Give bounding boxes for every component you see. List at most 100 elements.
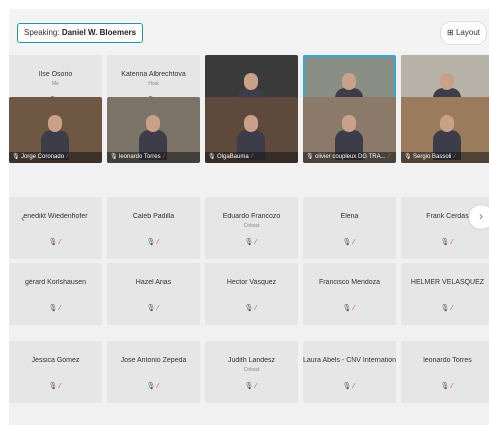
participant-status-icons: 🎙⁄ xyxy=(205,238,298,246)
participant-status-icons: 🎙⁄ xyxy=(107,238,200,246)
participant-status-icons: 🎙⁄ xyxy=(401,304,489,312)
muted-icon: ⁄ xyxy=(157,239,161,246)
participant-name: Francisco Mendoza xyxy=(318,279,381,286)
muted-icon: ⁄ xyxy=(255,305,259,312)
muted-icon: ⁄ xyxy=(255,383,259,390)
participant-role: Cohost xyxy=(243,223,260,229)
layout-button[interactable]: ⊞ Layout xyxy=(440,21,487,45)
muted-icon: ⁄ xyxy=(251,154,253,160)
participant-tile[interactable]: Elena 🎙⁄ xyxy=(303,197,396,259)
participant-tile[interactable]: 🎙 leonardo Torres ⁄ xyxy=(107,97,200,163)
participant-tile[interactable]: 🎙 OlgaBauma ⁄ xyxy=(205,97,298,163)
participant-status-icons: 🎙⁄ xyxy=(9,304,102,312)
participant-role: Me xyxy=(52,81,59,87)
participant-name-bar: 🎙 OlgaBauma ⁄ xyxy=(205,152,298,163)
participant-name: leonardo Torres xyxy=(423,357,472,364)
microphone-icon: 🎙 xyxy=(404,154,412,160)
microphone-icon: 🎙 xyxy=(110,154,118,160)
participant-status-icons: 🎙⁄ xyxy=(303,238,396,246)
participant-tile[interactable]: 🎙 olivier coupleux DG TRA... ⁄ xyxy=(303,97,396,163)
muted-icon: ⁄ xyxy=(157,305,161,312)
next-page-button[interactable]: › xyxy=(469,205,489,229)
participant-tile[interactable]: Francisco Mendoza 🎙⁄ xyxy=(303,263,396,325)
muted-icon: ⁄ xyxy=(454,154,456,160)
participant-tile[interactable]: 🎙 Sergio Bassoli ⁄ xyxy=(401,97,489,163)
microphone-icon: 🎙 xyxy=(146,305,158,312)
participant-tile[interactable]: Eduardo Francozo Cohost 🎙⁄ xyxy=(205,197,298,259)
participant-name: Ilse Osorio xyxy=(38,71,73,78)
participant-tile[interactable]: Judith Landesz Cohost 🎙⁄ xyxy=(205,341,298,403)
top-bar: Speaking: Daniel W. Bloemers ⊞ Layout xyxy=(9,9,489,51)
microphone-icon: 🎙 xyxy=(244,383,256,390)
participant-name: Judith Landesz xyxy=(227,357,276,364)
participant-name: gérard Korlshausen xyxy=(24,279,87,286)
participant-status-icons: 🎙⁄ xyxy=(107,304,200,312)
muted-icon: ⁄ xyxy=(67,154,69,160)
participant-tile[interactable]: Hazel Arias 🎙⁄ xyxy=(107,263,200,325)
microphone-icon: 🎙 xyxy=(12,154,20,160)
participant-name: Laura Abels - CNV Internation... xyxy=(303,357,396,364)
participant-name-bar: 🎙 olivier coupleux DG TRA... ⁄ xyxy=(303,152,396,163)
participant-status-icons: 🎙⁄ xyxy=(9,382,102,390)
muted-icon: ⁄ xyxy=(59,239,63,246)
microphone-icon: 🎙 xyxy=(440,239,452,246)
participant-name: Hazel Arias xyxy=(135,279,172,286)
muted-icon: ⁄ xyxy=(353,305,357,312)
microphone-icon: 🎙 xyxy=(146,239,158,246)
participant-tile[interactable]: Laura Abels - CNV Internation... 🎙⁄ xyxy=(303,341,396,403)
participant-status-icons: 🎙⁄ xyxy=(303,382,396,390)
microphone-icon: 🎙 xyxy=(48,239,60,246)
participant-name: leonardo Torres xyxy=(119,154,161,160)
participant-role: Cohost xyxy=(243,367,260,373)
participant-name: Jessica Gómez xyxy=(31,357,80,364)
microphone-icon: 🎙 xyxy=(342,239,354,246)
participant-status-icons: 🎙⁄ xyxy=(303,304,396,312)
chevron-right-icon: › xyxy=(479,209,483,223)
participant-name: Jorge Coronado xyxy=(21,154,65,160)
participant-name: Jose Antonio Zepeda xyxy=(120,357,187,364)
participant-status-icons: 🎙⁄ xyxy=(205,304,298,312)
grid-icon: ⊞ xyxy=(447,28,454,37)
participant-name: Katerina Albrechtova xyxy=(121,71,186,78)
participant-tile[interactable]: gérard Korlshausen 🎙⁄ xyxy=(9,263,102,325)
muted-icon: ⁄ xyxy=(59,305,63,312)
microphone-icon: 🎙 xyxy=(48,305,60,312)
participant-tile[interactable]: Hector Vasquez 🎙⁄ xyxy=(205,263,298,325)
previous-page-button[interactable]: ‹ xyxy=(11,207,35,231)
microphone-icon: 🎙 xyxy=(342,305,354,312)
chevron-left-icon: ‹ xyxy=(21,211,25,225)
microphone-icon: 🎙 xyxy=(146,383,158,390)
participant-name-bar: 🎙 leonardo Torres ⁄ xyxy=(107,152,200,163)
microphone-icon: 🎙 xyxy=(208,154,216,160)
participant-name: Eduardo Francozo xyxy=(222,213,281,220)
participant-tile[interactable]: Jose Antonio Zepeda 🎙⁄ xyxy=(107,341,200,403)
speaker-name: Daniel W. Bloemers xyxy=(61,28,137,37)
participant-status-icons: 🎙⁄ xyxy=(401,238,489,246)
participant-status-icons: 🎙⁄ xyxy=(205,382,298,390)
microphone-icon: 🎙 xyxy=(244,239,256,246)
microphone-icon: 🎙 xyxy=(48,383,60,390)
muted-icon: ⁄ xyxy=(59,383,63,390)
muted-icon: ⁄ xyxy=(451,305,455,312)
participant-name-bar: 🎙 Sergio Bassoli ⁄ xyxy=(401,152,489,163)
participant-status-icons: 🎙⁄ xyxy=(107,382,200,390)
microphone-icon: 🎙 xyxy=(306,154,314,160)
microphone-icon: 🎙 xyxy=(440,383,452,390)
active-speaker-indicator: Speaking: Daniel W. Bloemers xyxy=(17,23,144,43)
participant-name: OlgaBauma xyxy=(217,154,249,160)
participant-tile[interactable]: leonardo Torres 🎙⁄ xyxy=(401,341,489,403)
participant-name: Caleb Padilla xyxy=(132,213,175,220)
participant-tile[interactable]: 🎙 Jorge Coronado ⁄ xyxy=(9,97,102,163)
participant-tile[interactable]: Jessica Gómez 🎙⁄ xyxy=(9,341,102,403)
microphone-icon: 🎙 xyxy=(342,383,354,390)
participant-name: HELMER VELASQUEZ xyxy=(410,279,485,286)
participant-name: Sergio Bassoli xyxy=(413,154,452,160)
participant-role: Host xyxy=(148,81,159,87)
participant-status-icons: 🎙⁄ xyxy=(9,238,102,246)
muted-icon: ⁄ xyxy=(388,154,390,160)
muted-icon: ⁄ xyxy=(353,239,357,246)
layout-label: Layout xyxy=(455,28,480,37)
microphone-icon: 🎙 xyxy=(440,305,452,312)
participant-tile[interactable]: Caleb Padilla 🎙⁄ xyxy=(107,197,200,259)
participant-tile[interactable]: HELMER VELASQUEZ 🎙⁄ xyxy=(401,263,489,325)
